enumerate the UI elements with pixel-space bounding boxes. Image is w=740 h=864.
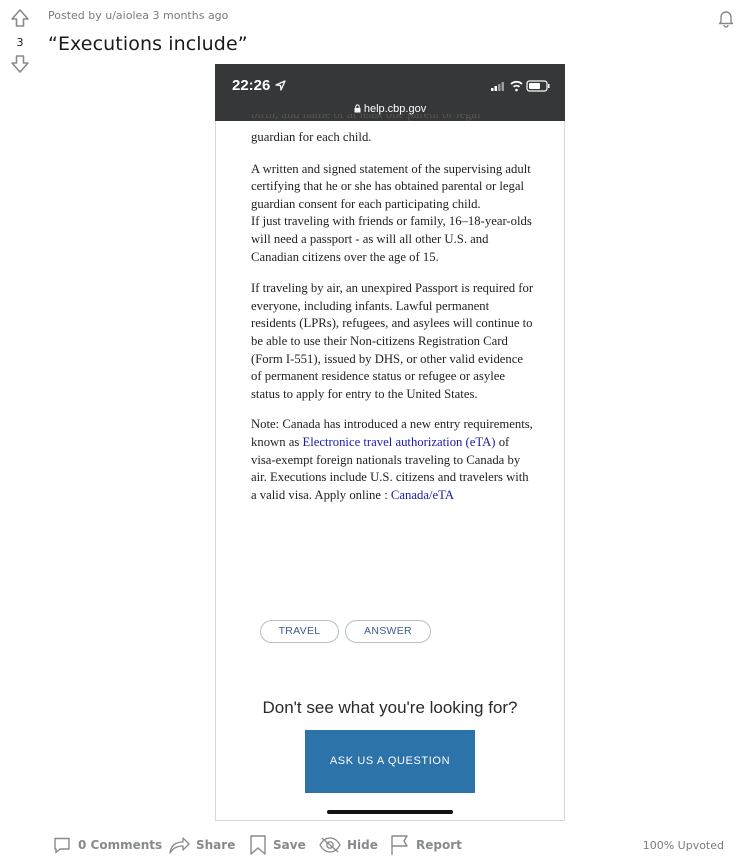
tag-answer[interactable]: ANSWER [345, 620, 431, 643]
phone-time: 22:26 [232, 77, 286, 94]
paragraph-4: If traveling by air, an unexpired Passpo… [251, 281, 534, 401]
ask-question-button[interactable]: ASK US A QUESTION [305, 730, 475, 793]
clipped-line: birth, and name of at least one parent o… [251, 114, 481, 121]
signal-wifi-battery-icon [491, 80, 550, 92]
lock-icon [354, 104, 361, 113]
upvote-icon[interactable] [10, 8, 30, 28]
phone-status-bar: 22:26 help.cbp.gov [215, 64, 565, 121]
eta-link[interactable]: Electronice travel authorization (eTA) [302, 435, 495, 449]
home-indicator [327, 810, 453, 814]
downvote-icon[interactable] [10, 54, 30, 74]
note-paragraph: Note: Canada has introduced a new entry … [251, 417, 533, 502]
save-button[interactable]: Save [249, 833, 306, 857]
location-arrow-icon [274, 80, 286, 91]
post-title[interactable]: “Executions include” [48, 33, 248, 55]
follow-bell-icon[interactable] [716, 8, 736, 33]
paragraph-1: guardian for each child. [251, 130, 372, 144]
comment-icon [54, 837, 70, 854]
vote-column: 3 [8, 8, 32, 74]
tag-travel[interactable]: TRAVEL [260, 620, 339, 643]
paragraph-2: A written and signed statement of the su… [251, 161, 531, 211]
share-icon [169, 837, 190, 854]
upvote-ratio: 100% Upvoted [642, 839, 724, 852]
hide-eye-icon [319, 837, 341, 853]
comments-button[interactable]: 0 Comments [52, 833, 162, 857]
paragraph-3: If just traveling with friends or family… [251, 214, 532, 264]
post-image[interactable]: 22:26 help.cbp.gov birth, and name of at… [215, 64, 565, 821]
bookmark-icon [250, 835, 266, 855]
flag-icon [391, 835, 408, 855]
vote-score: 3 [16, 36, 24, 49]
report-button[interactable]: Report [390, 833, 462, 857]
hide-button[interactable]: Hide [319, 833, 378, 857]
help-prompt: Don't see what you're looking for? [262, 698, 518, 717]
post-meta: Posted by u/aiolea 3 months ago [48, 9, 229, 22]
canada-eta-link[interactable]: Canada/eTA [391, 488, 454, 502]
page-text: birth, and name of at least one parent o… [251, 114, 534, 504]
share-button[interactable]: Share [168, 833, 235, 857]
